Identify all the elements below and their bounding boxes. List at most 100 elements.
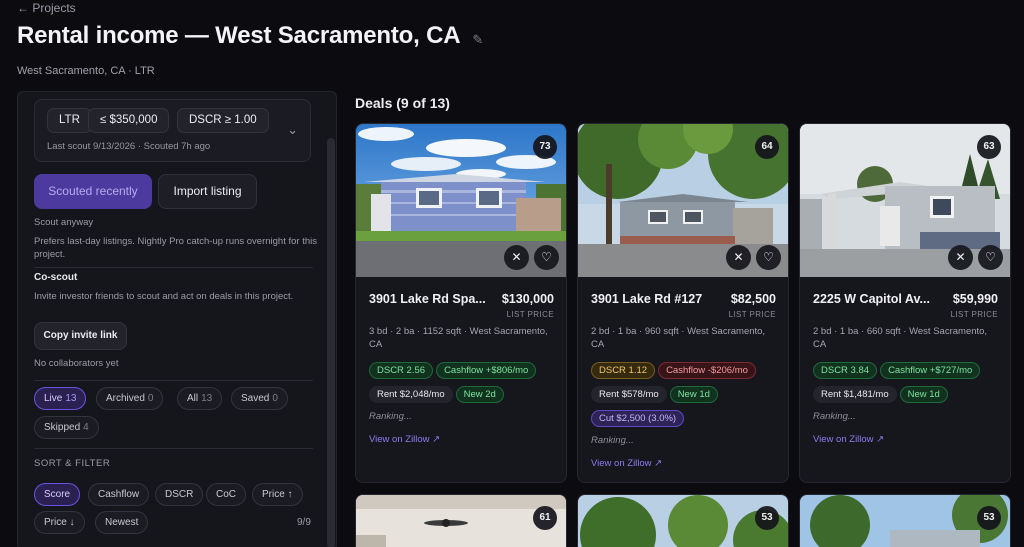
deal-details: 2 bd · 1 ba · 660 sqft · West Sacramento… <box>813 326 988 350</box>
badge-row: Rent $1,481/mo New 1d <box>813 384 1004 410</box>
sidebar-panel: LTR ≤ $350,000 DSCR ≥ 1.00 Last scout 9/… <box>17 91 337 547</box>
back-link[interactable]: ← Projects <box>17 1 76 15</box>
new-badge: New 1d <box>899 386 948 403</box>
ranking-status: Ranking... <box>369 411 412 422</box>
page-title: Rental income — West Sacramento, CA <box>17 22 461 49</box>
copy-invite-link-button[interactable]: Copy invite link <box>34 322 127 350</box>
dismiss-icon[interactable]: ✕ <box>726 245 751 270</box>
sort-score[interactable]: Score <box>34 483 81 506</box>
ranking-status: Ranking... <box>813 411 856 422</box>
heart-icon[interactable]: ♡ <box>978 245 1003 270</box>
tab-count: 0 <box>147 393 154 404</box>
new-badge: New 1d <box>669 386 718 403</box>
deal-card-photo[interactable]: 53 <box>799 494 1011 547</box>
heart-icon[interactable]: ♡ <box>756 245 781 270</box>
tab-skipped[interactable]: Skipped 4 <box>34 416 99 439</box>
badge-row: DSCR 3.84 Cashflow +$727/mo <box>813 360 1004 386</box>
scout-note: Prefers last-day listings. Nightly Pro c… <box>34 236 318 260</box>
result-count: 9/9 <box>297 517 311 528</box>
deal-address: 2225 W Capitol Av... <box>813 292 930 306</box>
sort-coc[interactable]: CoC <box>206 483 247 506</box>
dismiss-icon[interactable]: ✕ <box>504 245 529 270</box>
tab-label: Saved <box>241 393 270 404</box>
badge-row: DSCR 1.12 Cashflow -$206/mo <box>591 360 782 386</box>
coscout-heading: Co-scout <box>34 272 78 283</box>
dscr-badge: DSCR 3.84 <box>813 362 878 379</box>
listing-photo[interactable]: 63 ✕ ♡ <box>800 124 1010 277</box>
badge-row: Cut $2,500 (3.0%) <box>591 408 782 434</box>
list-price-label: LIST PRICE <box>728 310 776 319</box>
deal-card-photo[interactable]: 53 <box>577 494 789 547</box>
rent-badge: Rent $578/mo <box>591 386 667 403</box>
deal-card[interactable]: 73 ✕ ♡ 3901 Lake Rd Spa... $130,000 LIST… <box>355 123 567 483</box>
listing-photo[interactable]: 73 ✕ ♡ <box>356 124 566 277</box>
deal-score: 53 <box>755 506 779 530</box>
deal-score: 63 <box>977 135 1001 159</box>
sort-dscr[interactable]: DSCR <box>155 483 204 506</box>
tab-label: Skipped <box>44 422 81 433</box>
address-row: 3901 Lake Rd #127 $82,500 <box>591 292 776 306</box>
filter-summary-card[interactable]: LTR ≤ $350,000 DSCR ≥ 1.00 Last scout 9/… <box>34 99 311 162</box>
divider <box>34 267 313 268</box>
list-price-label: LIST PRICE <box>506 310 554 319</box>
tab-label: Live <box>44 393 63 404</box>
deal-address: 3901 Lake Rd Spa... <box>369 292 486 306</box>
collaborators-status: No collaborators yet <box>34 358 119 369</box>
deal-card-photo[interactable]: 61 <box>355 494 567 547</box>
chevron-down-icon[interactable]: ⌄ <box>287 122 298 138</box>
scout-button[interactable]: Scouted recently <box>34 174 152 209</box>
rent-badge: Rent $1,481/mo <box>813 386 897 403</box>
deal-card[interactable]: 63 ✕ ♡ 2225 W Capitol Av... $59,990 LIST… <box>799 123 1011 483</box>
deals-heading: Deals (9 of 13) <box>355 95 450 111</box>
heart-icon[interactable]: ♡ <box>534 245 559 270</box>
deal-card[interactable]: 64 ✕ ♡ 3901 Lake Rd #127 $82,500 LIST PR… <box>577 123 789 483</box>
tab-all[interactable]: All 13 <box>177 387 223 410</box>
sort-price-asc[interactable]: Price ↑ <box>252 483 303 506</box>
cashflow-badge: Cashflow +$727/mo <box>880 362 981 379</box>
deal-price: $59,990 <box>952 292 998 306</box>
rent-badge: Rent $2,048/mo <box>369 386 453 403</box>
tab-count: 4 <box>83 422 89 433</box>
dscr-badge: DSCR 1.12 <box>591 362 656 379</box>
page-subtitle: West Sacramento, CA · LTR <box>17 65 155 77</box>
badge-row: Rent $578/mo New 1d <box>591 384 782 410</box>
deal-score: 64 <box>755 135 779 159</box>
tab-count: 13 <box>201 393 213 404</box>
deal-score: 53 <box>977 506 1001 530</box>
cashflow-badge: Cashflow +$806/mo <box>436 362 537 379</box>
sort-cashflow[interactable]: Cashflow <box>88 483 150 506</box>
tab-live[interactable]: Live 13 <box>34 387 87 410</box>
badge-row: Rent $2,048/mo New 2d <box>369 384 560 410</box>
zillow-link[interactable]: View on Zillow ↗ <box>813 434 884 445</box>
pencil-icon[interactable]: ✎ <box>472 32 483 48</box>
sort-newest[interactable]: Newest <box>95 511 149 534</box>
new-badge: New 2d <box>455 386 504 403</box>
deal-price: $82,500 <box>730 292 776 306</box>
tab-saved[interactable]: Saved 0 <box>231 387 288 410</box>
divider <box>34 380 313 381</box>
deal-score: 73 <box>533 135 557 159</box>
tab-archived[interactable]: Archived 0 <box>96 387 164 410</box>
import-listing-button[interactable]: Import listing <box>158 174 257 209</box>
sidebar-scrollbar[interactable] <box>327 138 335 547</box>
dscr-chip[interactable]: DSCR ≥ 1.00 <box>177 108 269 133</box>
tab-count: 0 <box>272 393 278 404</box>
dismiss-icon[interactable]: ✕ <box>948 245 973 270</box>
badge-row: DSCR 2.56 Cashflow +$806/mo <box>369 360 560 386</box>
tab-label: All <box>187 393 199 404</box>
strategy-chip[interactable]: LTR <box>47 108 92 133</box>
title-row: Rental income — West Sacramento, CA ✎ <box>17 22 483 50</box>
address-row: 2225 W Capitol Av... $59,990 <box>813 292 998 306</box>
max-price-chip[interactable]: ≤ $350,000 <box>88 108 170 133</box>
sort-price-desc[interactable]: Price ↓ <box>34 511 85 534</box>
deal-details: 3 bd · 2 ba · 1152 sqft · West Sacrament… <box>369 326 548 350</box>
deal-details: 2 bd · 1 ba · 960 sqft · West Sacramento… <box>591 326 766 350</box>
dscr-badge: DSCR 2.56 <box>369 362 434 379</box>
zillow-link[interactable]: View on Zillow ↗ <box>369 434 440 445</box>
ranking-status: Ranking... <box>591 435 634 446</box>
scout-anyway-link[interactable]: Scout anyway <box>34 216 93 229</box>
tab-count: 13 <box>65 393 77 404</box>
listing-photo[interactable]: 64 ✕ ♡ <box>578 124 788 277</box>
sort-filter-label: SORT & FILTER <box>34 458 111 469</box>
zillow-link[interactable]: View on Zillow ↗ <box>591 458 662 469</box>
